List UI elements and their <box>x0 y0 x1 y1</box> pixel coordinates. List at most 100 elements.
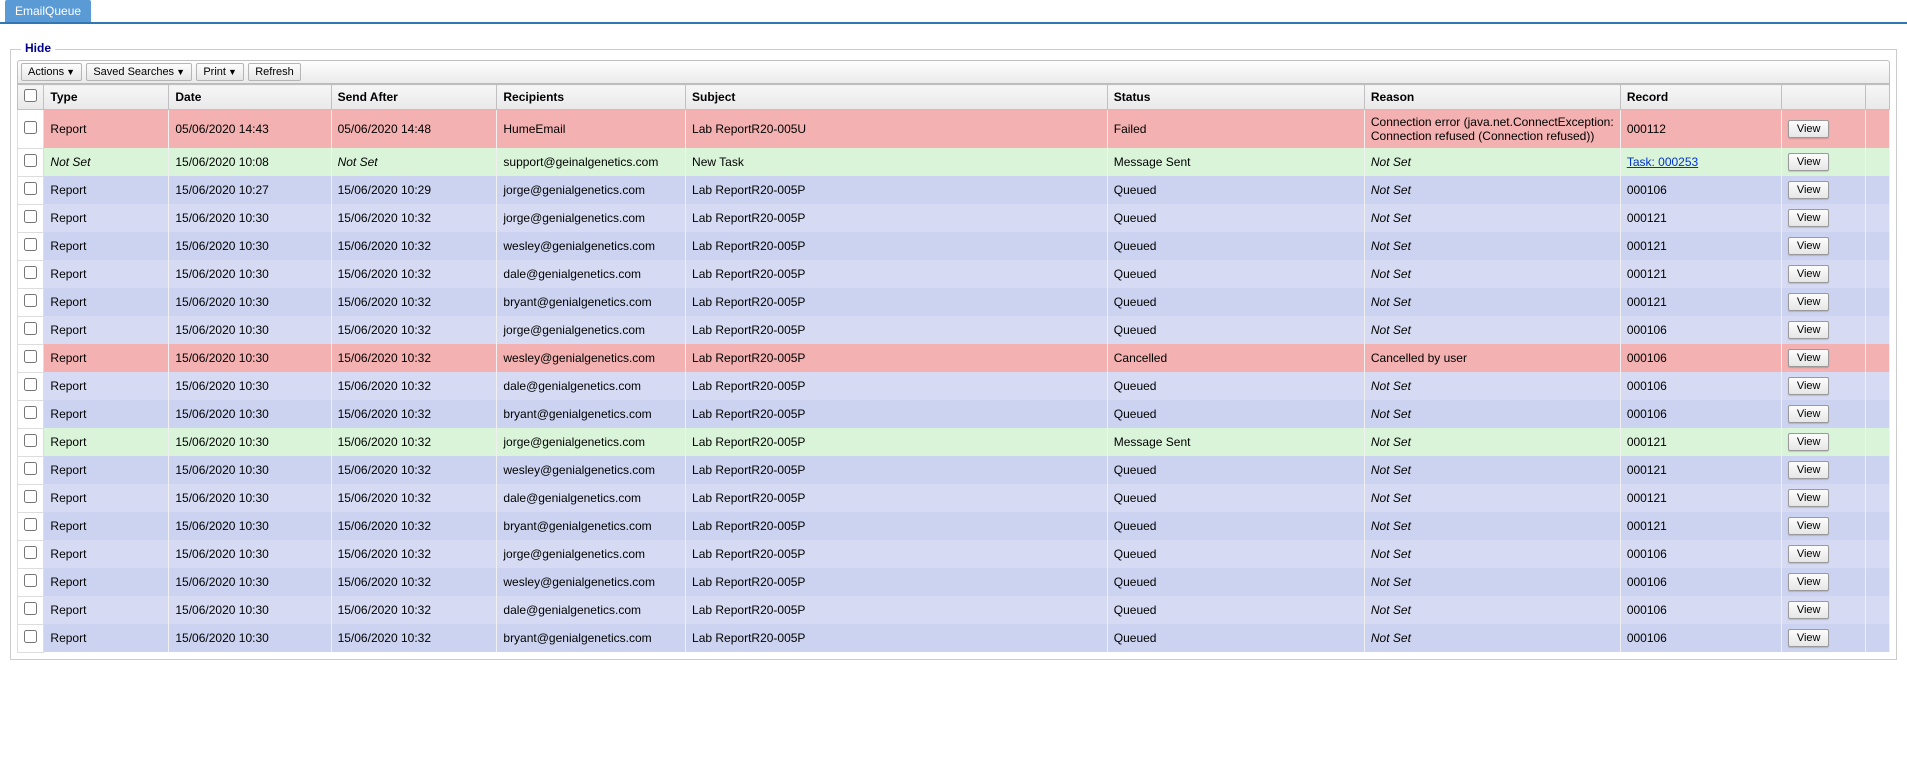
cell-spacer <box>1865 288 1889 316</box>
row-checkbox[interactable] <box>24 490 37 503</box>
view-button[interactable]: View <box>1788 265 1830 283</box>
table-row[interactable]: Report15/06/2020 10:3015/06/2020 10:32br… <box>18 400 1890 428</box>
cell-record: 000106 <box>1620 596 1781 624</box>
row-checkbox[interactable] <box>24 574 37 587</box>
view-button[interactable]: View <box>1788 349 1830 367</box>
cell-record: 000106 <box>1620 316 1781 344</box>
table-row[interactable]: Report15/06/2020 10:2715/06/2020 10:29jo… <box>18 176 1890 204</box>
table-row[interactable]: Report15/06/2020 10:3015/06/2020 10:32jo… <box>18 204 1890 232</box>
caret-down-icon: ▼ <box>176 67 185 77</box>
row-checkbox[interactable] <box>24 406 37 419</box>
cell-view: View <box>1781 624 1865 652</box>
table-row[interactable]: Report15/06/2020 10:3015/06/2020 10:32we… <box>18 344 1890 372</box>
table-row[interactable]: Report15/06/2020 10:3015/06/2020 10:32jo… <box>18 428 1890 456</box>
column-recipients[interactable]: Recipients <box>497 85 686 110</box>
column-date[interactable]: Date <box>169 85 331 110</box>
view-button[interactable]: View <box>1788 489 1830 507</box>
table-row[interactable]: Report15/06/2020 10:3015/06/2020 10:32da… <box>18 260 1890 288</box>
row-checkbox[interactable] <box>24 182 37 195</box>
row-checkbox[interactable] <box>24 350 37 363</box>
cell-view: View <box>1781 176 1865 204</box>
cell-subject: Lab ReportR20-005P <box>686 372 1108 400</box>
view-button[interactable]: View <box>1788 601 1830 619</box>
cell-recipients: jorge@genialgenetics.com <box>497 204 686 232</box>
row-checkbox[interactable] <box>24 630 37 643</box>
print-button[interactable]: Print▼ <box>196 63 244 81</box>
row-checkbox[interactable] <box>24 210 37 223</box>
cell-subject: Lab ReportR20-005P <box>686 456 1108 484</box>
saved-searches-button[interactable]: Saved Searches▼ <box>86 63 192 81</box>
table-row[interactable]: Report15/06/2020 10:3015/06/2020 10:32we… <box>18 568 1890 596</box>
table-row[interactable]: Not Set15/06/2020 10:08Not Setsupport@ge… <box>18 148 1890 176</box>
view-button[interactable]: View <box>1788 545 1830 563</box>
row-checkbox[interactable] <box>24 462 37 475</box>
view-button[interactable]: View <box>1788 517 1830 535</box>
panel-toggle-hide[interactable]: Hide <box>21 41 55 55</box>
cell-spacer <box>1865 316 1889 344</box>
cell-record: 000121 <box>1620 512 1781 540</box>
row-checkbox[interactable] <box>24 238 37 251</box>
table-row[interactable]: Report15/06/2020 10:3015/06/2020 10:32we… <box>18 232 1890 260</box>
view-button[interactable]: View <box>1788 120 1830 138</box>
view-button[interactable]: View <box>1788 405 1830 423</box>
cell-type: Report <box>44 372 169 400</box>
table-row[interactable]: Report15/06/2020 10:3015/06/2020 10:32br… <box>18 512 1890 540</box>
row-checkbox[interactable] <box>24 434 37 447</box>
cell-status: Queued <box>1107 512 1364 540</box>
column-reason[interactable]: Reason <box>1364 85 1620 110</box>
column-record[interactable]: Record <box>1620 85 1781 110</box>
view-button[interactable]: View <box>1788 461 1830 479</box>
view-button[interactable]: View <box>1788 209 1830 227</box>
cell-view: View <box>1781 260 1865 288</box>
refresh-button[interactable]: Refresh <box>248 63 301 81</box>
cell-send-after: 15/06/2020 10:32 <box>331 400 497 428</box>
cell-status: Queued <box>1107 456 1364 484</box>
row-checkbox[interactable] <box>24 121 37 134</box>
row-checkbox[interactable] <box>24 602 37 615</box>
table-row[interactable]: Report15/06/2020 10:3015/06/2020 10:32br… <box>18 624 1890 652</box>
view-button[interactable]: View <box>1788 153 1830 171</box>
column-type[interactable]: Type <box>44 85 169 110</box>
cell-type: Report <box>44 344 169 372</box>
cell-record: 000106 <box>1620 540 1781 568</box>
table-row[interactable]: Report15/06/2020 10:3015/06/2020 10:32br… <box>18 288 1890 316</box>
view-button[interactable]: View <box>1788 573 1830 591</box>
view-button[interactable]: View <box>1788 181 1830 199</box>
cell-status: Message Sent <box>1107 428 1364 456</box>
view-button[interactable]: View <box>1788 321 1830 339</box>
cell-send-after: 15/06/2020 10:32 <box>331 232 497 260</box>
view-button[interactable]: View <box>1788 433 1830 451</box>
row-checkbox[interactable] <box>24 294 37 307</box>
cell-recipients: bryant@genialgenetics.com <box>497 288 686 316</box>
column-status[interactable]: Status <box>1107 85 1364 110</box>
cell-send-after: 15/06/2020 10:32 <box>331 624 497 652</box>
view-button[interactable]: View <box>1788 377 1830 395</box>
table-row[interactable]: Report15/06/2020 10:3015/06/2020 10:32da… <box>18 484 1890 512</box>
table-row[interactable]: Report15/06/2020 10:3015/06/2020 10:32da… <box>18 372 1890 400</box>
tab-emailqueue[interactable]: EmailQueue <box>5 0 91 22</box>
table-row[interactable]: Report15/06/2020 10:3015/06/2020 10:32jo… <box>18 540 1890 568</box>
select-all-checkbox[interactable] <box>24 89 37 102</box>
table-row[interactable]: Report05/06/2020 14:4305/06/2020 14:48Hu… <box>18 110 1890 149</box>
row-checkbox[interactable] <box>24 518 37 531</box>
row-checkbox[interactable] <box>24 266 37 279</box>
view-button[interactable]: View <box>1788 293 1830 311</box>
view-button[interactable]: View <box>1788 237 1830 255</box>
row-checkbox[interactable] <box>24 546 37 559</box>
table-row[interactable]: Report15/06/2020 10:3015/06/2020 10:32jo… <box>18 316 1890 344</box>
view-button[interactable]: View <box>1788 629 1830 647</box>
cell-view: View <box>1781 456 1865 484</box>
table-row[interactable]: Report15/06/2020 10:3015/06/2020 10:32da… <box>18 596 1890 624</box>
table-row[interactable]: Report15/06/2020 10:3015/06/2020 10:32we… <box>18 456 1890 484</box>
row-checkbox[interactable] <box>24 378 37 391</box>
column-send-after[interactable]: Send After <box>331 85 497 110</box>
record-link[interactable]: Task: 000253 <box>1627 155 1698 169</box>
column-subject[interactable]: Subject <box>686 85 1108 110</box>
cell-recipients: dale@genialgenetics.com <box>497 260 686 288</box>
row-checkbox-cell <box>18 400 44 428</box>
cell-status: Failed <box>1107 110 1364 149</box>
row-checkbox[interactable] <box>24 322 37 335</box>
row-checkbox[interactable] <box>24 154 37 167</box>
cell-spacer <box>1865 484 1889 512</box>
actions-button[interactable]: Actions▼ <box>21 63 82 81</box>
